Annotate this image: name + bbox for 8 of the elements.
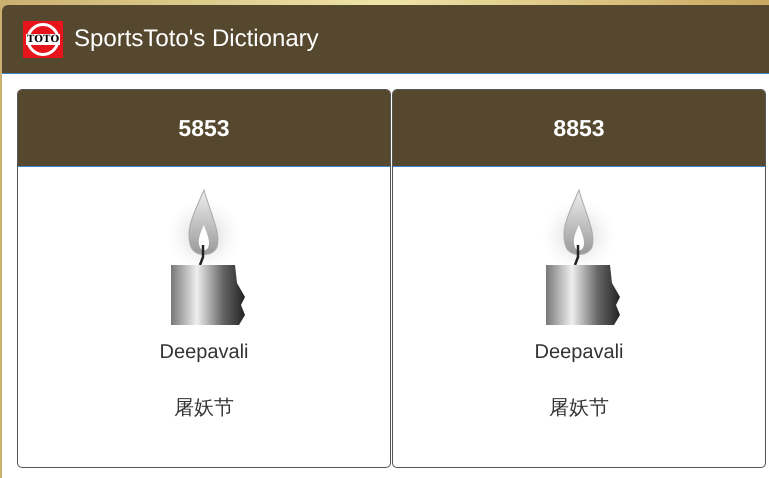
entry-name: Deepavali <box>534 341 624 364</box>
entry-name: Deepavali <box>160 341 248 364</box>
entry-name-chinese: 屠妖节 <box>549 394 609 421</box>
card-number: 5853 <box>178 114 230 142</box>
logo-text: TOTO <box>26 34 60 44</box>
entry-name-chinese: 屠妖节 <box>174 394 234 421</box>
app-title: SportsToto's Dictionary <box>74 25 319 53</box>
card-number: 8853 <box>553 114 605 142</box>
